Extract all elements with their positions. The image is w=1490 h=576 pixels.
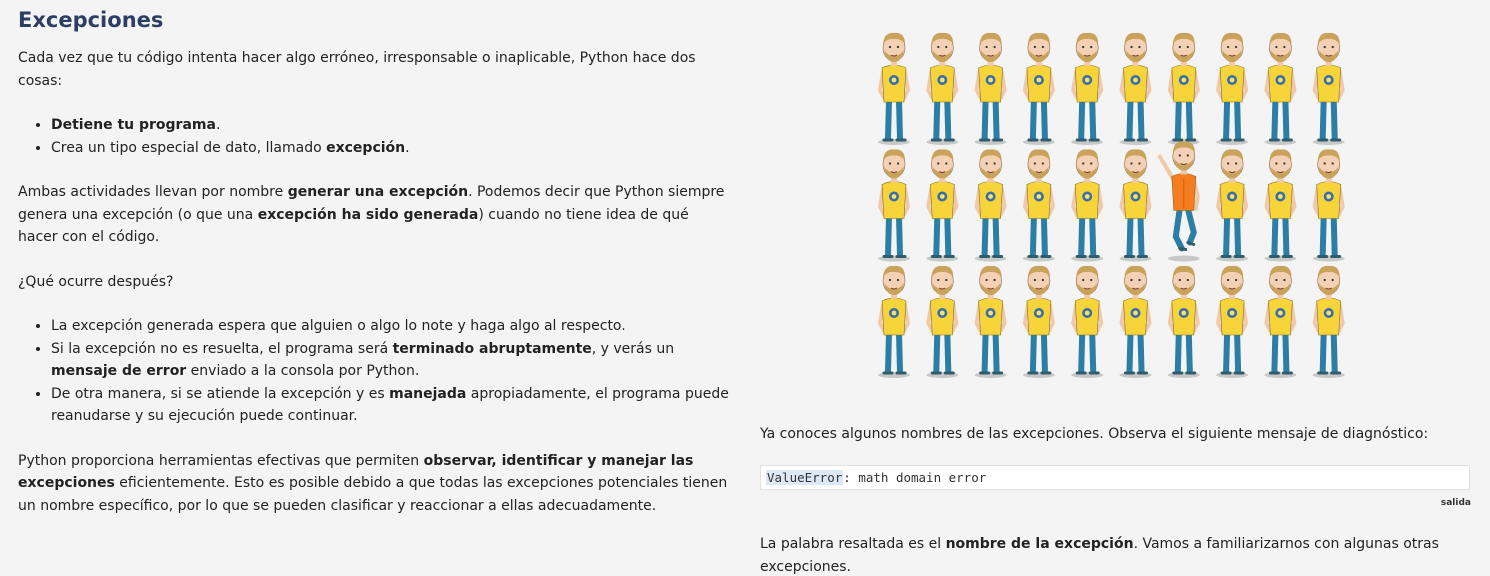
person-figure — [1022, 32, 1055, 145]
person-figure — [1022, 265, 1055, 378]
person-figure — [1264, 32, 1297, 145]
person-figure — [926, 149, 959, 262]
text: . — [405, 139, 410, 156]
list-item: Crea un tipo especial de dato, llamado e… — [51, 137, 730, 160]
list-item: La excepción generada espera que alguien… — [51, 315, 730, 338]
text: , y verás un — [591, 340, 675, 357]
text: La palabra resaltada es el — [760, 536, 946, 552]
person-figure — [1312, 265, 1345, 378]
bold-text: mensaje de error — [51, 363, 187, 379]
person-figure — [1216, 149, 1249, 262]
text: De otra manera, si se atiende la excepci… — [51, 385, 390, 402]
consequences-list: Detiene tu programa. Crea un tipo especi… — [18, 114, 730, 159]
text: . — [215, 117, 221, 133]
person-figure — [974, 265, 1007, 378]
list-item: De otra manera, si se atiende la excepci… — [51, 383, 730, 428]
jumping-person-figure — [1157, 141, 1200, 262]
person-figure — [877, 265, 911, 378]
crowd-illustration — [877, 32, 1345, 378]
list-item: Si la excepción no es resuelta, el progr… — [51, 338, 730, 383]
person-figure — [1216, 265, 1249, 378]
person-figure — [1312, 149, 1345, 262]
bold-text: Detiene tu programa — [51, 117, 216, 133]
person-figure — [1022, 149, 1055, 262]
text: Python proporciona herramientas efectiva… — [18, 452, 424, 469]
text: Ambas actividades llevan por nombre — [18, 184, 288, 200]
diagnostic-intro-text: Ya conoces algunos nombres de las excepc… — [760, 426, 1429, 442]
person-figure — [877, 32, 911, 145]
tools-paragraph: Python proporciona herramientas efectiva… — [18, 450, 730, 518]
bold-text: nombre de la excepción — [945, 536, 1134, 552]
person-figure — [1264, 149, 1297, 262]
person-figure — [1312, 32, 1345, 145]
intro-paragraph: Cada vez que tu código intenta hacer alg… — [18, 50, 696, 89]
text: enviado a la consola por Python. — [186, 363, 420, 379]
code-output-box: ValueError: math domain error — [760, 465, 1470, 490]
text: eficientemente. Esto es posible debido a… — [18, 475, 728, 514]
error-message: : math domain error — [843, 470, 987, 485]
person-figure — [1071, 32, 1104, 145]
person-figure — [1167, 32, 1200, 145]
question-paragraph: ¿Qué ocurre después? — [18, 273, 174, 290]
bold-text: excepción — [326, 139, 406, 156]
person-figure — [926, 265, 959, 378]
text: Si la excepción no es resuelta, el progr… — [51, 340, 393, 357]
person-figure — [1264, 265, 1297, 378]
bold-text: terminado abruptamente — [392, 340, 592, 357]
text: Crea un tipo especial de dato, llamado — [51, 139, 327, 156]
person-figure — [1216, 32, 1249, 145]
list-item: Detiene tu programa. — [51, 114, 730, 137]
bold-text: excepción ha sido generada — [257, 206, 479, 223]
output-label: salida — [1440, 498, 1471, 508]
what-happens-list: La excepción generada espera que alguien… — [18, 315, 730, 428]
person-figure — [926, 32, 959, 145]
person-figure — [1119, 149, 1152, 262]
page: Excepciones Cada vez que tu código inten… — [0, 0, 1490, 576]
person-figure — [1071, 265, 1104, 378]
page-title: Excepciones — [18, 8, 164, 32]
person-figure — [1119, 265, 1152, 378]
person-figure — [877, 149, 911, 262]
bold-text: manejada — [389, 385, 467, 402]
person-figure — [1071, 149, 1104, 262]
person-figure — [974, 32, 1007, 145]
person-figure — [1119, 32, 1152, 145]
person-figure — [974, 149, 1007, 262]
exception-name: ValueError — [766, 470, 844, 485]
content-left: Excepciones Cada vez que tu código inten… — [18, 0, 730, 517]
bold-text: generar una excepción — [287, 184, 469, 200]
person-figure — [1167, 265, 1200, 378]
raise-exception-paragraph: Ambas actividades llevan por nombre gene… — [18, 181, 730, 249]
highlight-explanation-text: La palabra resaltada es el nombre de la … — [760, 533, 1490, 576]
